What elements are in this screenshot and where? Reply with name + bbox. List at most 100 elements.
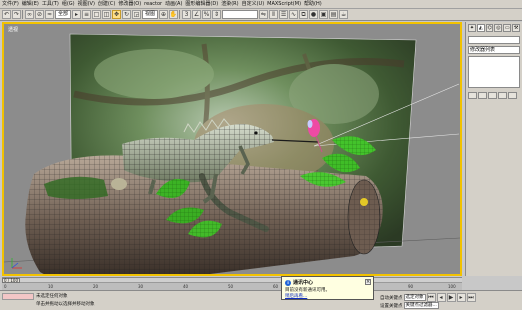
axis-tripod bbox=[11, 258, 22, 269]
maxscript-listener-mini[interactable] bbox=[2, 293, 34, 300]
toolbar-separator bbox=[22, 10, 24, 19]
unlink-icon[interactable]: ⊘ bbox=[35, 10, 44, 19]
configure-modifier-sets-icon[interactable] bbox=[508, 92, 517, 99]
quick-render-icon[interactable]: ☕ bbox=[339, 10, 349, 19]
status-bar: 未选定任何对象 单击并拖动以选择并移动对象 自动关键点 选定对象 ⏮ ◂ ▶ ▸… bbox=[0, 290, 522, 310]
remove-modifier-icon[interactable] bbox=[498, 92, 507, 99]
track-tick: 0 bbox=[4, 284, 7, 289]
key-filters-button[interactable]: 关键点过滤器... bbox=[403, 302, 439, 309]
status-prompt-text: 单击并拖动以选择并移动对象 bbox=[36, 302, 95, 307]
key-controls: 设置关键点 关键点过滤器... bbox=[380, 302, 439, 309]
info-icon: i bbox=[285, 279, 291, 286]
track-tick: 60 bbox=[273, 284, 279, 289]
set-key-button[interactable]: 设置关键点 bbox=[380, 303, 403, 309]
percent-snap-icon[interactable]: % bbox=[202, 10, 212, 19]
toolbar-separator bbox=[179, 10, 181, 19]
create-icon[interactable]: ✦ bbox=[468, 24, 476, 32]
balloon-link[interactable]: 稍后再看... bbox=[285, 293, 370, 299]
show-end-result-icon[interactable] bbox=[478, 92, 487, 99]
track-tick: 20 bbox=[93, 284, 99, 289]
track-tick: 30 bbox=[138, 284, 144, 289]
window-crossing-icon[interactable]: ◫ bbox=[102, 10, 112, 19]
rendered-frame-window-icon[interactable]: ▤ bbox=[329, 10, 339, 19]
render-setup-icon[interactable]: ▣ bbox=[319, 10, 329, 19]
material-editor-icon[interactable]: ● bbox=[309, 10, 319, 19]
utilities-icon[interactable]: ⚒ bbox=[512, 24, 520, 32]
menu-tools[interactable]: 工具(T) bbox=[42, 0, 59, 9]
viewport-label[interactable]: 透视 bbox=[8, 26, 18, 33]
modifier-stack[interactable] bbox=[468, 56, 520, 88]
select-and-move-icon[interactable]: ✥ bbox=[112, 10, 122, 19]
timeline: 0 / 100 0 10 20 30 40 50 60 70 80 90 100 bbox=[2, 277, 462, 290]
align-icon[interactable]: ⫴ bbox=[269, 10, 279, 19]
motion-icon[interactable]: ◎ bbox=[494, 24, 503, 32]
main-toolbar: ↶ ↷ ∞ ⊘ ≈ 全部 ▸ ≡ □ ◫ ✥ ↻ ◲ 视图 ⊕ ✋ 3 ∠ % … bbox=[0, 9, 522, 21]
spinner-snap-icon[interactable]: ⇕ bbox=[212, 10, 222, 19]
mirror-icon[interactable]: ⇋ bbox=[259, 10, 269, 19]
time-slider[interactable]: 0 / 100 bbox=[2, 278, 462, 283]
viewport-scene bbox=[4, 33, 460, 274]
go-to-start-icon[interactable]: ⏮ bbox=[426, 293, 436, 302]
track-tick: 40 bbox=[183, 284, 189, 289]
display-icon[interactable]: ▭ bbox=[503, 24, 512, 32]
menu-views[interactable]: 视图(V) bbox=[78, 0, 95, 9]
menu-edit[interactable]: 编辑(E) bbox=[22, 0, 39, 9]
named-selection-sets-dropdown[interactable] bbox=[222, 10, 259, 19]
make-unique-icon[interactable] bbox=[488, 92, 497, 99]
menu-modifiers[interactable]: 修改器(O) bbox=[118, 0, 141, 9]
menu-maxscript[interactable]: MAXScript(M) bbox=[267, 0, 301, 9]
schematic-view-icon[interactable]: ⧉ bbox=[299, 10, 309, 19]
modify-icon[interactable]: ◭ bbox=[476, 24, 485, 32]
track-tick: 100 bbox=[448, 284, 456, 289]
modifier-list-dropdown[interactable]: 修改器列表 bbox=[468, 46, 520, 54]
angle-snap-icon[interactable]: ∠ bbox=[192, 10, 202, 19]
status-selection-text: 未选定任何对象 bbox=[36, 294, 68, 299]
close-icon[interactable]: × bbox=[365, 279, 371, 285]
perspective-viewport[interactable]: 透视 bbox=[2, 22, 462, 276]
command-panel: ✦ ◭ ⌬ ◎ ▭ ⚒ 修改器列表 bbox=[465, 22, 522, 276]
reference-coordinate-dropdown[interactable]: 视图 bbox=[142, 10, 159, 19]
menu-create[interactable]: 创建(C) bbox=[98, 0, 115, 9]
undo-icon[interactable]: ↶ bbox=[2, 10, 11, 19]
curve-editor-icon[interactable]: ∿ bbox=[289, 10, 299, 19]
menu-bar: 文件(F) 编辑(E) 工具(T) 组(G) 视图(V) 创建(C) 修改器(O… bbox=[0, 0, 522, 9]
select-and-rotate-icon[interactable]: ↻ bbox=[122, 10, 132, 19]
menu-group[interactable]: 组(G) bbox=[62, 0, 75, 9]
select-and-manipulate-icon[interactable]: ✋ bbox=[169, 10, 179, 19]
animation-controls: 自动关键点 选定对象 ⏮ ◂ ▶ ▸ ⏭ bbox=[380, 293, 476, 302]
select-and-scale-icon[interactable]: ◲ bbox=[132, 10, 142, 19]
select-object-icon[interactable]: ▸ bbox=[72, 10, 82, 19]
auto-key-button[interactable]: 自动关键点 bbox=[380, 295, 403, 301]
menu-reactor[interactable]: reactor bbox=[144, 0, 162, 9]
track-tick: 90 bbox=[408, 284, 414, 289]
pin-stack-icon[interactable] bbox=[468, 92, 477, 99]
bind-space-warp-icon[interactable]: ≈ bbox=[45, 10, 54, 19]
menu-animation[interactable]: 动画(A) bbox=[165, 0, 182, 9]
redo-icon[interactable]: ↷ bbox=[12, 10, 21, 19]
modifier-stack-buttons bbox=[466, 90, 522, 101]
menu-graph-editors[interactable]: 图形编辑器(D) bbox=[185, 0, 218, 9]
balloon-title: 通讯中心 bbox=[293, 280, 314, 286]
go-to-end-icon[interactable]: ⏭ bbox=[466, 293, 476, 302]
select-by-name-icon[interactable]: ≡ bbox=[82, 10, 92, 19]
command-panel-tabs: ✦ ◭ ⌬ ◎ ▭ ⚒ bbox=[466, 22, 522, 34]
rectangular-selection-icon[interactable]: □ bbox=[92, 10, 102, 19]
menu-customize[interactable]: 自定义(U) bbox=[242, 0, 265, 9]
pivot-center-icon[interactable]: ⊕ bbox=[159, 10, 169, 19]
communication-center-balloon: i 通讯中心 目前没有新通讯可用。 稍后再看... × bbox=[281, 276, 374, 300]
snaps-toggle-icon[interactable]: 3 bbox=[182, 10, 192, 19]
layer-manager-icon[interactable]: ☰ bbox=[279, 10, 289, 19]
track-tick: 10 bbox=[48, 284, 54, 289]
previous-frame-icon[interactable]: ◂ bbox=[436, 293, 446, 302]
hierarchy-icon[interactable]: ⌬ bbox=[485, 24, 494, 32]
time-slider-thumb[interactable]: 0 / 100 bbox=[2, 278, 20, 283]
object-name-field[interactable] bbox=[468, 36, 520, 44]
play-icon[interactable]: ▶ bbox=[446, 293, 456, 302]
menu-file[interactable]: 文件(F) bbox=[2, 0, 19, 9]
menu-help[interactable]: 帮助(H) bbox=[304, 0, 322, 9]
selected-dropdown[interactable]: 选定对象 bbox=[403, 294, 426, 301]
menu-rendering[interactable]: 渲染(R) bbox=[221, 0, 238, 9]
selection-filter-dropdown[interactable]: 全部 bbox=[55, 10, 72, 19]
link-icon[interactable]: ∞ bbox=[25, 10, 34, 19]
next-frame-icon[interactable]: ▸ bbox=[456, 293, 466, 302]
